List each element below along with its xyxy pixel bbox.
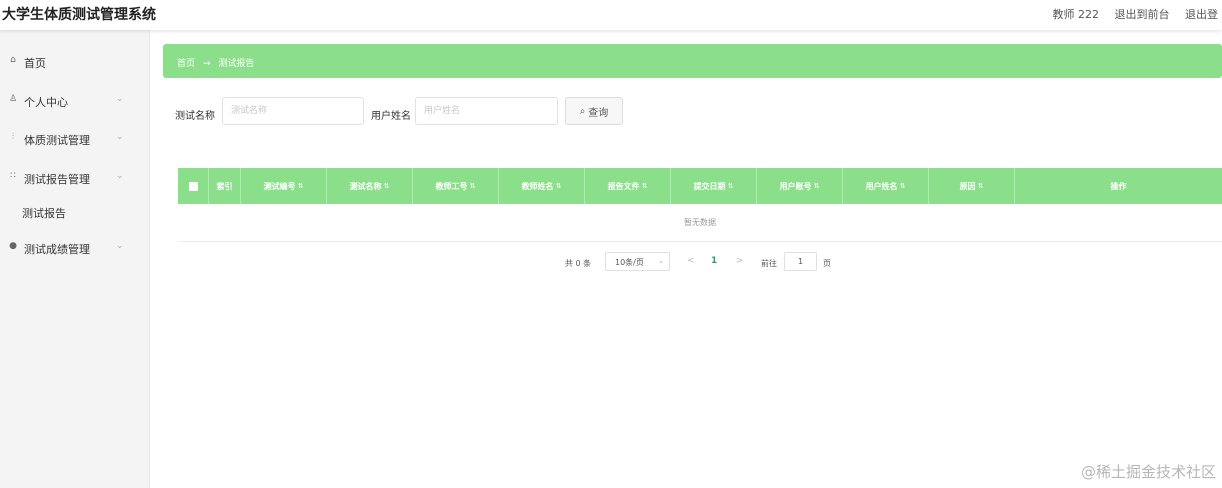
sidebar-item-label: 测试报告管理 [24, 173, 90, 186]
column-header-user-account[interactable]: 用户账号 ⇅ [757, 168, 843, 204]
sort-icon[interactable]: ⇅ [556, 182, 562, 190]
pagination-page-unit: 页 [823, 259, 831, 268]
select-all-checkbox[interactable] [188, 181, 198, 191]
pagination-goto-label: 前往 [761, 259, 777, 268]
test-name-input[interactable] [222, 97, 364, 125]
user-icon: ♙ [8, 94, 18, 104]
sort-icon[interactable]: ⇅ [728, 182, 734, 190]
query-button-label: 查询 [588, 107, 609, 119]
user-name-input[interactable] [415, 97, 558, 125]
table-empty-state: 暂无数据 [178, 204, 1222, 242]
sidebar-item-label: 体质测试管理 [24, 134, 90, 147]
pagination-page-1[interactable]: 1 [711, 256, 717, 274]
sidebar-item-label: 测试报告 [22, 207, 66, 220]
sort-icon[interactable]: ⇅ [470, 182, 476, 190]
chart-icon: ⫶ [11, 132, 15, 142]
pagination-next-button[interactable]: > [736, 256, 744, 274]
sidebar-item-label: 个人中心 [24, 96, 68, 109]
breadcrumb: 首页 → 测试报告 [163, 44, 1222, 78]
user-label: 教师 222 [1052, 8, 1100, 21]
chevron-down-icon: ⌄ [116, 241, 124, 251]
sidebar-item-label: 首页 [24, 57, 46, 70]
sidebar-item-personal-center[interactable]: ♙ 个人中心 ⌄ [0, 87, 150, 115]
app-title: 大学生体质测试管理系统 [2, 7, 156, 23]
grid-icon: ∷ [10, 171, 16, 181]
user-name-label: 用户姓名 [371, 111, 411, 122]
column-header-test-id[interactable]: 测试编号 ⇅ [241, 168, 327, 204]
column-header-actions: 操作 [1110, 181, 1127, 191]
watermark: @稀土掘金技术社区 [1080, 463, 1216, 481]
sort-icon[interactable]: ⇅ [814, 182, 820, 190]
column-header-submit-date[interactable]: 提交日期 ⇅ [671, 168, 757, 204]
column-header-index: 索引 [209, 168, 241, 204]
page-size-value: 10条/页 [615, 258, 644, 267]
search-icon: ⌕ [579, 105, 586, 117]
column-header-user-name[interactable]: 用户姓名 ⇅ [843, 168, 929, 204]
sort-icon[interactable]: ⇅ [298, 182, 304, 190]
sidebar-item-test-report-management[interactable]: ∷ 测试报告管理 ⌄ [0, 164, 150, 192]
test-name-label: 测试名称 [175, 111, 215, 122]
page-size-select[interactable]: 10条/页 ⌄ [605, 252, 670, 271]
breadcrumb-current: 测试报告 [218, 59, 255, 69]
top-right-actions: 教师 222 退出到前台 退出登 [1041, 6, 1219, 22]
column-header-test-name[interactable]: 测试名称 ⇅ [327, 168, 413, 204]
home-icon: ⌂ [10, 55, 16, 65]
sort-icon[interactable]: ⇅ [978, 182, 984, 190]
pagination-jump-input[interactable] [784, 252, 817, 271]
chevron-down-icon: ⌄ [116, 94, 124, 104]
sort-icon[interactable]: ⇅ [900, 182, 906, 190]
pagination-prev-button[interactable]: < [687, 256, 695, 274]
select-all-checkbox-cell[interactable] [178, 168, 209, 204]
chevron-down-icon: ⌄ [116, 171, 124, 181]
pagination-total: 共 0 条 [565, 259, 592, 268]
chevron-down-icon: ⌄ [116, 132, 124, 142]
column-header-teacher-name[interactable]: 教师姓名 ⇅ [499, 168, 585, 204]
top-bar: 大学生体质测试管理系统 教师 222 退出到前台 退出登 [0, 0, 1222, 30]
table-header: 索引 测试编号 ⇅ 测试名称 ⇅ 教师工号 ⇅ 教师姓名 ⇅ 报告文件 ⇅ 提交日期 ⇅ 用… [178, 168, 1222, 204]
sidebar-item-fitness-test-management[interactable]: ⫶ 体质测试管理 ⌄ [0, 125, 150, 153]
logout-link[interactable]: 退出登 [1185, 8, 1218, 21]
sidebar-item-home[interactable]: ⌂ 首页 [0, 48, 150, 76]
sidebar: ⌂ 首页 ♙ 个人中心 ⌄ ⫶ 体质测试管理 ⌄ ∷ 测试报告管理 ⌄ 测试报告… [0, 30, 150, 488]
back-to-frontend-link[interactable]: 退出到前台 [1115, 8, 1170, 21]
main-content: 首页 → 测试报告 测试名称 用户姓名 ⌕ 查询 索引 测试编号⇅ 测试名称⇅ … [150, 30, 1222, 488]
location-icon: ● [9, 241, 17, 251]
breadcrumb-separator: → [202, 59, 211, 69]
sidebar-item-label: 测试成绩管理 [24, 243, 90, 256]
column-header-reason[interactable]: 原因 ⇅ [929, 168, 1015, 204]
sort-icon[interactable]: ⇅ [642, 182, 648, 190]
sidebar-subitem-test-report[interactable]: 测试报告 [0, 198, 150, 226]
sort-icon[interactable]: ⇅ [384, 182, 390, 190]
column-header-report-file[interactable]: 报告文件 ⇅ [585, 168, 671, 204]
chevron-down-icon: ⌄ [658, 257, 664, 265]
query-button[interactable]: ⌕ 查询 [565, 97, 623, 125]
breadcrumb-home[interactable]: 首页 [177, 59, 195, 69]
sidebar-item-test-score-management[interactable]: ● 测试成绩管理 ⌄ [0, 234, 150, 262]
column-header-teacher-id[interactable]: 教师工号 ⇅ [413, 168, 499, 204]
